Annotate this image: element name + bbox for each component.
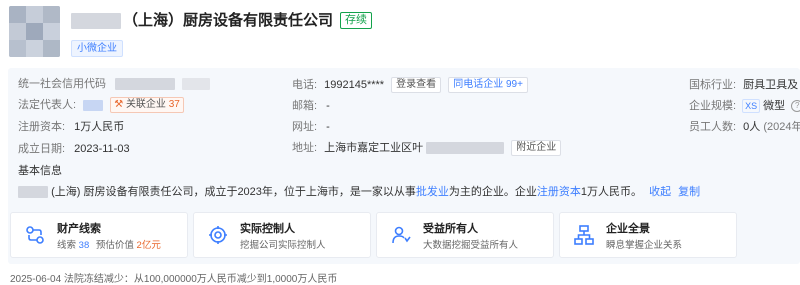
- scale-badge: XS: [742, 99, 761, 113]
- legal-rep-row: 法定代表人: ⚒ 关联企业 37: [18, 97, 184, 113]
- same-phone-button[interactable]: 同电话企业 99+: [448, 77, 528, 93]
- credit-code-redacted: [115, 78, 176, 91]
- staff-year: (2024年): [763, 121, 800, 133]
- panorama-icon: [574, 225, 594, 245]
- phone-value: 1992145****: [324, 79, 385, 91]
- industry-row: 国标行业: 厨具卫具及日: [689, 77, 800, 93]
- nearby-companies-button[interactable]: 附近企业: [511, 140, 562, 156]
- status-badge: 存续: [340, 12, 373, 29]
- card-title: 企业全景: [606, 223, 650, 235]
- company-logo: [9, 6, 60, 57]
- website-value: -: [326, 121, 330, 133]
- founded-value: 2023-11-03: [74, 143, 130, 155]
- scale-row: 企业规模: XS 微型 ?: [689, 98, 800, 114]
- scale-value: 微型: [763, 100, 786, 112]
- website-row: 网址: -: [292, 121, 330, 133]
- company-tag[interactable]: 小微企业: [71, 40, 123, 57]
- address-value: 上海市嘉定工业区叶: [324, 142, 424, 154]
- basic-info-heading: 基本信息: [18, 165, 62, 177]
- card-actual-controller[interactable]: 实际控制人 挖掘公司实际控制人: [193, 212, 371, 258]
- beneficiary-icon: [392, 226, 411, 244]
- address-redacted: [426, 142, 505, 155]
- industry-link[interactable]: 批发业: [416, 186, 449, 198]
- controller-icon: [209, 226, 227, 244]
- company-title: （上海）厨房设备有限责任公司 存续: [71, 9, 373, 30]
- email-value: -: [326, 100, 330, 112]
- property-icon: [26, 226, 44, 244]
- capital-row: 注册资本: 1万人民币: [18, 121, 125, 133]
- phone-row: 电话: 1992145**** 登录查看 同电话企业 99+: [292, 77, 528, 93]
- card-subtitle: 大数据挖掘受益所有人: [423, 240, 519, 251]
- name-redacted: [71, 13, 121, 30]
- basic-info-text: (上海) 厨房设备有限责任公司，成立于2023年，位于上海市，是一家以从事批发业…: [18, 184, 700, 200]
- email-row: 邮箱: -: [292, 100, 330, 112]
- capital-value: 1万人民币: [74, 121, 125, 133]
- card-title: 实际控制人: [240, 223, 295, 235]
- address-row: 地址: 上海市嘉定工业区叶 附近企业: [292, 140, 562, 156]
- card-title: 财产线索: [57, 223, 101, 235]
- company-name: （上海）厨房设备有限责任公司: [123, 12, 334, 29]
- credit-code-row: 统一社会信用代码: [18, 76, 211, 92]
- legal-rep-redacted[interactable]: [83, 99, 104, 111]
- staff-row: 员工人数: 0人 (2024年): [689, 119, 800, 135]
- capital-link[interactable]: 注册资本: [537, 186, 581, 198]
- related-companies-button[interactable]: ⚒ 关联企业 37: [110, 97, 184, 113]
- card-panorama[interactable]: 企业全景 瞬息掌握企业关系: [559, 212, 737, 258]
- card-title: 受益所有人: [423, 223, 478, 235]
- collapse-link[interactable]: 收起: [649, 186, 671, 198]
- industry-value: 厨具卫具及日: [743, 79, 800, 91]
- copy-link[interactable]: 复制: [678, 186, 700, 198]
- card-property-clues[interactable]: 财产线索 线索 38 预估价值 2亿元: [10, 212, 188, 258]
- info-icon[interactable]: ?: [791, 100, 800, 112]
- related-icon: ⚒: [114, 99, 124, 110]
- card-subtitle: 挖掘公司实际控制人: [240, 240, 326, 251]
- card-subtitle: 瞬息掌握企业关系: [606, 240, 683, 251]
- card-beneficial-owner[interactable]: 受益所有人 大数据挖掘受益所有人: [376, 212, 554, 258]
- dynamic-news-row: 2025-06-04 法院冻结减少：从100,000000万人民币减少到1,00…: [10, 274, 338, 285]
- card-subtitle: 线索 38 预估价值 2亿元: [57, 240, 161, 251]
- founded-row: 成立日期: 2023-11-03: [18, 143, 130, 155]
- staff-value: 0人: [743, 121, 761, 133]
- login-view-button[interactable]: 登录查看: [391, 77, 442, 93]
